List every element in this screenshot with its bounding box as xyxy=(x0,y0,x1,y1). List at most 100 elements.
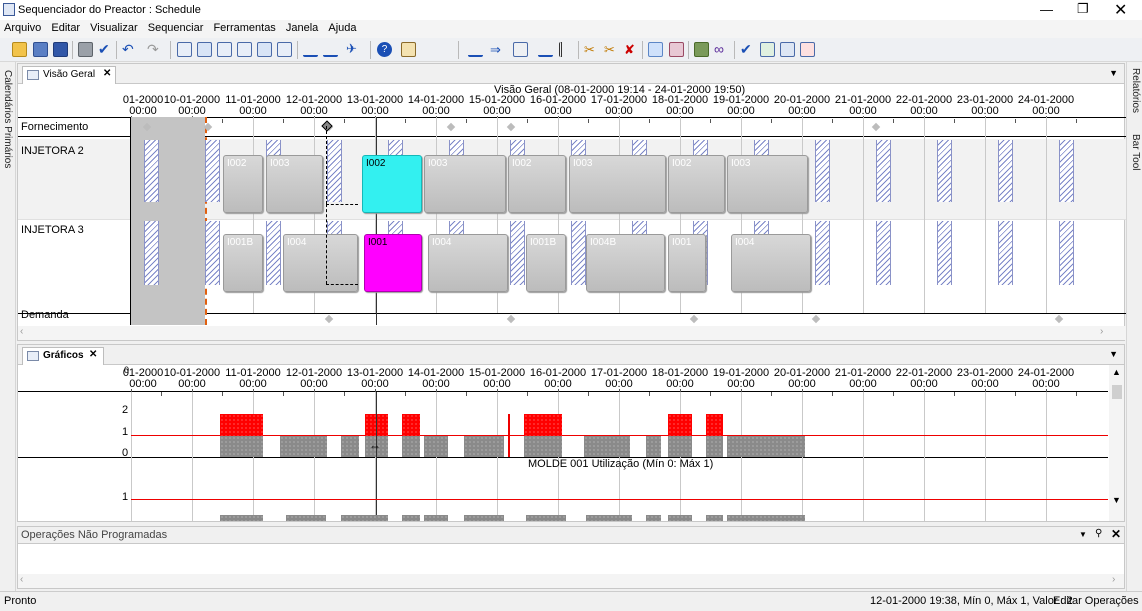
operation-bar[interactable]: I002 xyxy=(508,155,566,213)
report-icon[interactable] xyxy=(760,42,775,57)
minor-tick xyxy=(283,119,284,123)
print-icon[interactable] xyxy=(78,42,93,57)
non-working-period xyxy=(1059,221,1074,285)
dropdown-icon[interactable]: ▼ xyxy=(1079,530,1087,539)
connect-op-icon[interactable] xyxy=(538,42,553,57)
menu-arquivo[interactable]: Arquivo xyxy=(0,20,44,34)
operation-bar[interactable]: I002 xyxy=(668,155,725,213)
shift-op-icon[interactable]: ⇒ xyxy=(490,42,505,57)
table-icon[interactable] xyxy=(780,42,795,57)
spike-line xyxy=(508,414,510,457)
scroll-up-icon[interactable]: ▲ xyxy=(1112,367,1121,377)
infinity-icon[interactable]: ∞ xyxy=(714,42,729,57)
operation-bar[interactable]: I004 xyxy=(731,234,811,292)
menu-ferramentas[interactable]: Ferramentas xyxy=(209,20,278,34)
bar-tool-tab[interactable]: Bar Tool xyxy=(1130,134,1141,171)
undo-icon[interactable]: ↶ xyxy=(122,42,137,57)
menu-sequenciar[interactable]: Sequenciar xyxy=(144,20,207,34)
close-tab-icon[interactable]: ✕ xyxy=(89,349,97,360)
move-op-icon[interactable] xyxy=(468,42,483,57)
menu-editar[interactable]: Editar xyxy=(47,20,83,34)
help-icon[interactable]: ? xyxy=(377,42,392,57)
menu-janela[interactable]: Janela xyxy=(282,20,321,34)
usage-bar xyxy=(727,436,767,457)
overview-panel: Visão Geral ✕ ▼ Visão Geral (08-01-2000 … xyxy=(17,63,1126,341)
operation-bar[interactable]: I004 xyxy=(428,234,508,292)
maximize-icon[interactable]: ❐ xyxy=(1077,1,1089,17)
operation-bar[interactable]: I002 xyxy=(362,155,422,213)
sequence-icon[interactable] xyxy=(303,42,318,57)
settings-icon[interactable] xyxy=(800,42,815,57)
operation-bar[interactable]: I002 xyxy=(223,155,263,213)
operation-bar[interactable]: I003 xyxy=(727,155,808,213)
close-tab-icon[interactable]: ✕ xyxy=(103,68,111,79)
non-working-period xyxy=(510,221,525,285)
tab-visao-geral[interactable]: Visão Geral ✕ xyxy=(22,66,116,84)
operation-bar[interactable]: I003 xyxy=(266,155,323,213)
minimize-icon[interactable]: — xyxy=(1040,2,1053,17)
y-label-1: 1 xyxy=(122,426,129,438)
scroll-thumb[interactable] xyxy=(1112,385,1122,399)
row-injetora-3[interactable]: INJETORA 3 xyxy=(21,224,84,236)
row-demanda: Demanda xyxy=(21,309,69,321)
table-view-icon[interactable] xyxy=(197,42,212,57)
save-as-icon[interactable] xyxy=(33,42,48,57)
scroll-right-icon[interactable]: › xyxy=(1112,574,1115,585)
list-view-icon[interactable] xyxy=(257,42,272,57)
sequence-forward-icon[interactable] xyxy=(323,42,338,57)
open-icon[interactable] xyxy=(12,42,27,57)
calendars-tab-label[interactable]: Calendários Primários xyxy=(2,70,13,168)
operation-bar[interactable]: I004B xyxy=(586,234,665,292)
redo-icon[interactable]: ↷ xyxy=(147,42,162,57)
approve-icon[interactable]: ✔ xyxy=(740,42,755,57)
scroll-left-icon[interactable]: ‹ xyxy=(20,326,23,337)
paste-op-icon[interactable]: ✂ xyxy=(604,42,619,57)
delete-op-icon[interactable]: ✘ xyxy=(624,42,639,57)
usage-bar xyxy=(584,436,630,457)
bars-icon[interactable] xyxy=(669,42,684,57)
scroll-left-icon[interactable]: ‹ xyxy=(20,574,23,585)
gantt-view-icon[interactable] xyxy=(177,42,192,57)
overview-tabbar: Visão Geral ✕ ▼ xyxy=(18,64,1124,84)
y-label-2: 2 xyxy=(122,404,129,416)
operation-bar[interactable]: I001B xyxy=(223,234,263,292)
menu-visualizar[interactable]: Visualizar xyxy=(86,20,141,34)
demand-marker xyxy=(689,314,699,324)
tab-graficos[interactable]: Gráficos ✕ xyxy=(22,347,104,365)
split-icon[interactable] xyxy=(559,42,574,57)
operation-label: I001 xyxy=(368,237,388,248)
menu-ajuda[interactable]: Ajuda xyxy=(324,20,359,34)
reports-tab[interactable]: Relatórios xyxy=(1130,68,1141,113)
check-icon[interactable]: ✔ xyxy=(98,42,113,57)
find-icon[interactable]: ✈ xyxy=(346,42,361,57)
menu-bar: Arquivo Editar Visualizar Sequenciar Fer… xyxy=(0,20,1142,38)
operation-bar[interactable]: I003 xyxy=(569,155,666,213)
panel-menu-icon[interactable]: ▼ xyxy=(1109,68,1118,78)
row-injetora-2[interactable]: INJETORA 2 xyxy=(21,145,84,157)
operation-bar[interactable]: I001 xyxy=(364,234,422,292)
scroll-down-icon[interactable]: ▼ xyxy=(1112,495,1121,505)
panel-menu-icon[interactable]: ▼ xyxy=(1109,349,1118,359)
cut-op-icon[interactable]: ✂ xyxy=(584,42,599,57)
close-icon[interactable]: ✕ xyxy=(1114,0,1127,20)
operation-bar[interactable]: I001 xyxy=(668,234,706,292)
grid-view-icon[interactable] xyxy=(277,42,292,57)
left-side-tab[interactable]: Calendários Primários xyxy=(0,62,16,597)
overview-hscroll[interactable]: ‹ › xyxy=(18,326,1126,340)
select-op-icon[interactable] xyxy=(513,42,528,57)
link-icon[interactable] xyxy=(694,42,709,57)
operation-bar[interactable]: I003 xyxy=(424,155,506,213)
usage-bar xyxy=(586,515,632,521)
edit-mode-icon[interactable] xyxy=(648,42,663,57)
pin-icon[interactable]: ⚲ xyxy=(1095,528,1102,539)
operation-bar[interactable]: I001B xyxy=(526,234,566,292)
save-icon[interactable] xyxy=(53,42,68,57)
chart-view-icon[interactable] xyxy=(217,42,232,57)
row-fornecimento: Fornecimento xyxy=(21,121,89,133)
options-icon[interactable] xyxy=(401,42,416,57)
scroll-right-icon[interactable]: › xyxy=(1100,326,1103,337)
plot-view-icon[interactable] xyxy=(237,42,252,57)
unscheduled-hscroll[interactable]: ‹ › xyxy=(18,574,1124,588)
graphs-vscroll[interactable]: ▲ ▼ xyxy=(1109,365,1124,521)
close-panel-icon[interactable]: ✕ xyxy=(1111,527,1121,541)
